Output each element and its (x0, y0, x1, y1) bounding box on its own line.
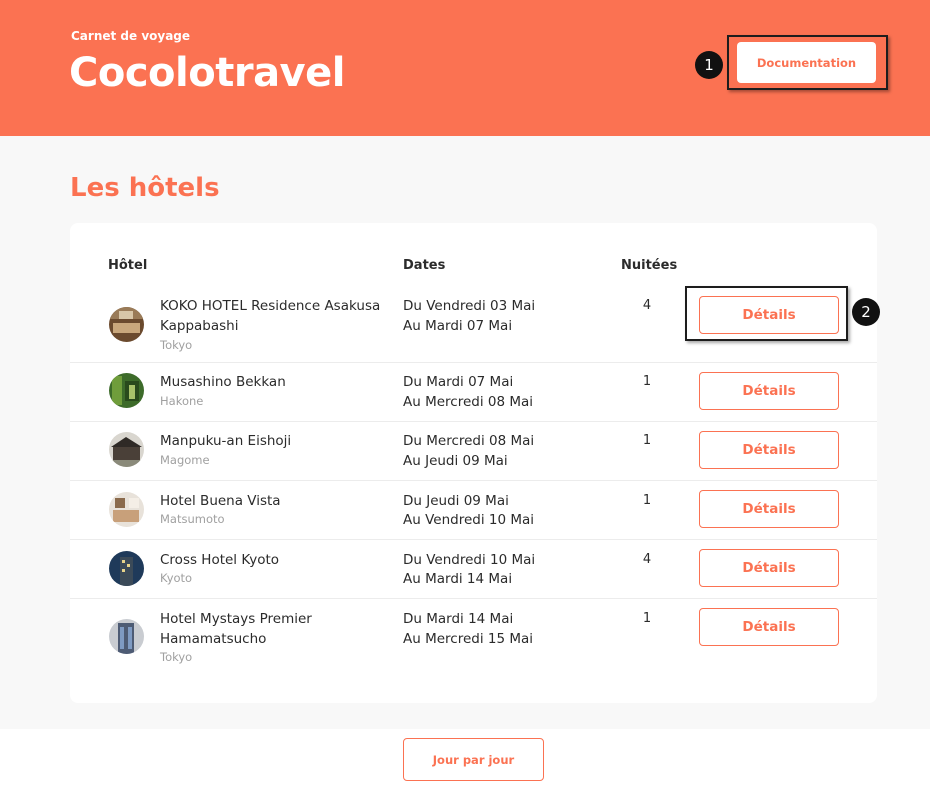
nights-count: 1 (642, 433, 652, 448)
nights-count: 1 (642, 374, 652, 389)
nights-count: 1 (642, 611, 652, 626)
column-header-hotel: Hôtel (108, 258, 148, 273)
hotel-city: Kyoto (160, 571, 193, 585)
nights-count: 4 (642, 298, 652, 313)
details-button[interactable]: Détails (699, 431, 839, 469)
stay-start-date: Du Vendredi 03 Mai (403, 298, 536, 314)
stay-end-date: Au Mardi 07 Mai (403, 318, 513, 334)
hotel-name: Musashino Bekkan (160, 374, 286, 390)
row-divider (70, 362, 877, 363)
stay-start-date: Du Vendredi 10 Mai (403, 552, 536, 568)
annotation-marker-1: 1 (695, 51, 723, 79)
hotel-name: KOKO HOTEL Residence Asakusa Kappabashi (160, 298, 381, 334)
hotel-name: Manpuku-an Eishoji (160, 433, 292, 449)
documentation-button[interactable]: Documentation (737, 42, 876, 83)
hotel-photo-avatar (109, 432, 144, 467)
stay-end-date: Au Vendredi 10 Mai (403, 512, 535, 528)
column-header-nights: Nuitées (621, 258, 678, 273)
row-divider (70, 480, 877, 481)
stay-end-date: Au Mercredi 15 Mai (403, 631, 534, 647)
hotel-photo-avatar (109, 619, 144, 654)
hotel-city: Matsumoto (160, 512, 225, 526)
hotel-photo-avatar (109, 307, 144, 342)
hotel-name: Hotel Buena Vista (160, 493, 281, 509)
stay-start-date: Du Jeudi 09 Mai (403, 493, 509, 509)
details-button[interactable]: Détails (699, 549, 839, 587)
annotation-marker-2: 2 (852, 298, 880, 326)
stay-start-date: Du Mardi 07 Mai (403, 374, 514, 390)
hotel-city: Tokyo (160, 338, 193, 352)
column-header-dates: Dates (403, 258, 446, 273)
section-title: Les hôtels (70, 173, 220, 203)
details-button[interactable]: Détails (699, 608, 839, 646)
page-title: Cocolotravel (69, 50, 345, 96)
hotel-name: Hotel Mystays Premier Hamamatsucho (160, 611, 312, 647)
stay-start-date: Du Mardi 14 Mai (403, 611, 514, 627)
hotel-photo-avatar (109, 551, 144, 586)
stay-end-date: Au Jeudi 09 Mai (403, 453, 508, 469)
details-button[interactable]: Détails (699, 490, 839, 528)
stay-start-date: Du Mercredi 08 Mai (403, 433, 535, 449)
details-button[interactable]: Détails (699, 372, 839, 410)
row-divider (70, 539, 877, 540)
hotel-name: Cross Hotel Kyoto (160, 552, 280, 568)
stay-end-date: Au Mardi 14 Mai (403, 571, 513, 587)
hotel-photo-avatar (109, 492, 144, 527)
hotel-city: Magome (160, 453, 210, 467)
stay-end-date: Au Mercredi 08 Mai (403, 394, 534, 410)
nights-count: 1 (642, 493, 652, 508)
hotel-city: Tokyo (160, 650, 193, 664)
nights-count: 4 (642, 552, 652, 567)
hotel-city: Hakone (160, 394, 204, 408)
details-button[interactable]: Détails (699, 296, 839, 334)
header-subtitle: Carnet de voyage (71, 29, 191, 43)
row-divider (70, 421, 877, 422)
day-by-day-button[interactable]: Jour par jour (403, 738, 544, 781)
hotel-photo-avatar (109, 373, 144, 408)
row-divider (70, 598, 877, 599)
